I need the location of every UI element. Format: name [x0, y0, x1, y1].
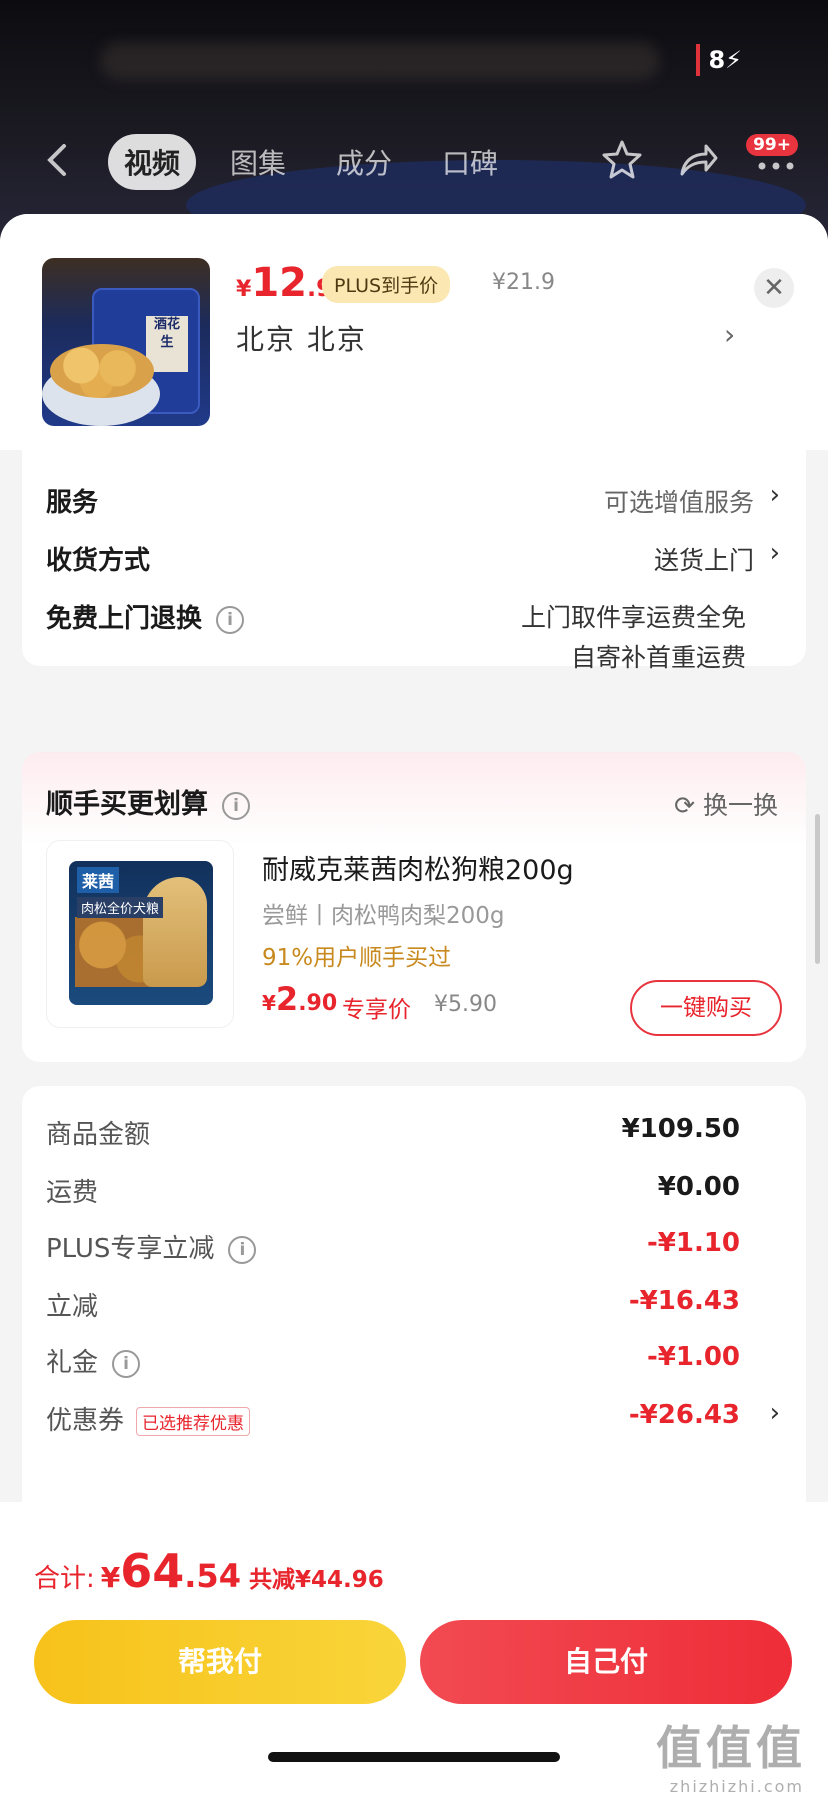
- chevron-right-icon[interactable]: ›: [770, 1398, 780, 1428]
- original-price: ¥21.9: [492, 270, 555, 295]
- addon-product-image[interactable]: 莱茜 肉松全价犬粮: [46, 840, 234, 1028]
- share-icon[interactable]: [674, 136, 722, 184]
- chevron-right-icon[interactable]: ›: [724, 318, 735, 351]
- service-options-card: 服务 可选增值服务 › 收货方式 送货上门 › 免费上门退换 i 上门取件享运费全…: [22, 450, 806, 672]
- star-icon[interactable]: [598, 136, 646, 184]
- total-savings: 共减¥44.96: [248, 1567, 384, 1593]
- home-indicator[interactable]: [268, 1752, 560, 1762]
- more-menu-button[interactable]: 99+: [746, 134, 812, 184]
- addon-original-price: ¥5.90: [434, 992, 497, 1017]
- service-label: 服务: [46, 488, 99, 518]
- order-total: 合计: ¥64.54 共减¥44.96: [34, 1544, 384, 1598]
- info-icon[interactable]: i: [112, 1349, 141, 1378]
- summary-label: 运费: [46, 1178, 99, 1208]
- tab-ingredients[interactable]: 成分: [320, 134, 408, 190]
- one-click-buy-button[interactable]: 一键购买: [630, 980, 782, 1036]
- back-icon[interactable]: [38, 138, 78, 182]
- refresh-icon: ⟳: [674, 791, 696, 820]
- status-bar: [100, 42, 660, 80]
- close-icon: ✕: [763, 273, 785, 303]
- checkout-footer: 合计: ¥64.54 共减¥44.96 帮我付 自己付 值值值 zhizhizhi.…: [0, 1502, 828, 1796]
- help-pay-button[interactable]: 帮我付: [34, 1620, 406, 1704]
- plus-price-tag: PLUS到手价: [322, 266, 451, 303]
- close-button[interactable]: ✕: [754, 268, 794, 308]
- tab-reviews[interactable]: 口碑: [426, 134, 514, 190]
- free-return-label: 免费上门退换 i: [46, 598, 245, 635]
- watermark: 值值值: [656, 1721, 806, 1775]
- message-count-badge: 99+: [746, 134, 798, 156]
- product-nav-bar: 视频 图集 成分 口碑 99+: [0, 128, 828, 192]
- self-pay-button[interactable]: 自己付: [420, 1620, 792, 1704]
- info-icon[interactable]: i: [216, 605, 245, 634]
- summary-label: 立减: [46, 1292, 99, 1322]
- coupon-tag: 已选推荐优惠: [136, 1407, 251, 1436]
- free-return-line1: 上门取件享运费全免: [520, 603, 746, 632]
- addon-price: ¥2.90: [262, 980, 338, 1018]
- chevron-right-icon[interactable]: ›: [770, 538, 780, 568]
- purchase-sheet: 酒花生 ¥12.9 PLUS到手价 ¥21.9 ✕ 北京 北京 › 服务 可选增…: [0, 214, 828, 1796]
- product-tabs: 视频 图集 成分 口碑: [108, 134, 514, 190]
- scrollbar[interactable]: [815, 814, 820, 964]
- free-return-line2: 自寄补首重运费: [570, 643, 746, 672]
- summary-label: 礼金 i: [46, 1342, 141, 1379]
- delivery-method-value[interactable]: 送货上门: [654, 541, 754, 577]
- addon-title: 顺手买更划算 i: [46, 782, 250, 821]
- product-price: ¥12.9: [236, 260, 333, 306]
- delivery-address[interactable]: 北京 北京: [236, 318, 367, 358]
- summary-label: PLUS专享立减 i: [46, 1228, 257, 1265]
- chevron-right-icon[interactable]: ›: [770, 480, 780, 510]
- info-icon[interactable]: i: [222, 791, 250, 820]
- addon-recommendation-card: 顺手买更划算 i ⟳ 换一换 莱茜 肉松全价犬粮 耐威克莱茜肉松狗粮200g 尝鲜…: [22, 752, 806, 1062]
- summary-value: ¥109.50: [621, 1114, 740, 1144]
- summary-value: -¥1.10: [646, 1228, 740, 1258]
- watermark-url: zhizhizhi.com: [669, 1777, 804, 1796]
- tab-video[interactable]: 视频: [108, 134, 197, 190]
- summary-value: -¥16.43: [628, 1286, 740, 1316]
- coupon-value[interactable]: -¥26.43: [629, 1400, 740, 1430]
- price-summary-card: 商品金额 ¥109.50 运费 ¥0.00 PLUS专享立减 i -¥1.10 立…: [22, 1086, 806, 1506]
- coupon-label[interactable]: 优惠券 已选推荐优惠: [46, 1400, 251, 1437]
- summary-value: -¥1.00: [646, 1342, 740, 1372]
- addon-exclusive-label: 专享价: [342, 997, 411, 1023]
- product-header: 酒花生 ¥12.9 PLUS到手价 ¥21.9 ✕ 北京 北京 ›: [0, 214, 828, 450]
- summary-value: ¥0.00: [657, 1172, 740, 1202]
- info-icon[interactable]: i: [228, 1235, 257, 1264]
- battery-indicator: 8⚡: [696, 44, 750, 76]
- refresh-button[interactable]: ⟳ 换一换: [674, 786, 778, 822]
- service-value[interactable]: 可选增值服务: [604, 483, 754, 519]
- tab-gallery[interactable]: 图集: [214, 134, 302, 190]
- addon-product-spec: 尝鲜丨肉松鸭肉梨200g: [262, 903, 505, 929]
- summary-label: 商品金额: [46, 1120, 151, 1150]
- delivery-method-label: 收货方式: [46, 546, 151, 576]
- product-thumbnail: 酒花生: [42, 258, 210, 426]
- addon-product-name[interactable]: 耐威克莱茜肉松狗粮200g: [262, 848, 574, 887]
- addon-bought-rate: 91%用户顺手买过: [262, 945, 452, 971]
